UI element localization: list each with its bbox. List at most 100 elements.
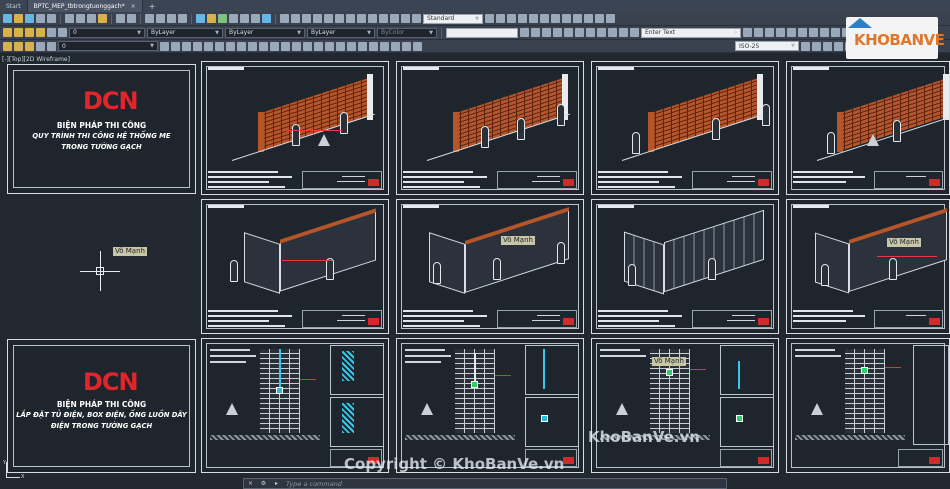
- sheet-row1-b[interactable]: [396, 61, 584, 195]
- undo-icon[interactable]: [116, 14, 125, 23]
- dist-icon[interactable]: [281, 41, 290, 51]
- redo-icon[interactable]: [127, 14, 136, 23]
- layer-properties-icon[interactable]: [3, 28, 12, 37]
- sheet-row3-d[interactable]: [786, 338, 950, 473]
- insert-block-icon[interactable]: [606, 14, 615, 23]
- sheet-row1-d[interactable]: [786, 61, 950, 195]
- lock-icon[interactable]: [36, 41, 45, 51]
- new-tab-icon[interactable]: +: [143, 2, 162, 11]
- quickcalc-icon[interactable]: [251, 14, 260, 23]
- dim-update-icon[interactable]: [801, 41, 810, 51]
- layer-off-icon[interactable]: [193, 41, 202, 51]
- id-point-icon[interactable]: [314, 41, 323, 51]
- layer-previous-icon[interactable]: [171, 41, 180, 51]
- ellipse-icon[interactable]: [595, 14, 604, 23]
- find-text-input[interactable]: Enter Text: [446, 27, 518, 38]
- layer-list-select[interactable]: 0 ▼: [58, 41, 158, 51]
- dim-linear-icon[interactable]: [280, 14, 289, 23]
- revcloud-icon[interactable]: [573, 14, 582, 23]
- pan-icon[interactable]: [145, 14, 154, 23]
- tool-palettes-icon[interactable]: [218, 14, 227, 23]
- table-icon[interactable]: [553, 28, 562, 37]
- layer-freeze-icon[interactable]: [204, 41, 213, 51]
- layer-manager-icon[interactable]: [3, 41, 12, 51]
- plot-style-select[interactable]: ByColor ▼: [377, 27, 437, 38]
- polygon-icon[interactable]: [529, 14, 538, 23]
- array-icon[interactable]: [630, 28, 639, 37]
- multileader-align-icon[interactable]: [834, 41, 843, 51]
- color-square-icon[interactable]: [58, 28, 67, 37]
- dim-style-icon[interactable]: [413, 41, 422, 51]
- dim-continue-icon[interactable]: [368, 14, 377, 23]
- leader-icon[interactable]: [379, 14, 388, 23]
- layer-lock-icon[interactable]: [215, 41, 224, 51]
- zoom-realtime-icon[interactable]: [156, 14, 165, 23]
- sun-icon[interactable]: [36, 28, 45, 37]
- lineweight-select[interactable]: ByLayer ▼: [307, 27, 375, 38]
- center-mark-icon[interactable]: [401, 14, 410, 23]
- extend-icon[interactable]: [798, 28, 807, 37]
- command-line[interactable]: × ⚙ ▸ Type a command: [243, 478, 727, 489]
- make-current-icon[interactable]: [160, 41, 169, 51]
- attribute-icon[interactable]: [380, 41, 389, 51]
- dim-style-select[interactable]: ISO-25 ▼: [735, 41, 799, 51]
- erase-icon[interactable]: [586, 28, 595, 37]
- sheet-row2-b[interactable]: Võ Mạnh: [396, 199, 584, 334]
- area-icon[interactable]: [292, 41, 301, 51]
- construction-line-icon[interactable]: [507, 14, 516, 23]
- tolerance-icon[interactable]: [390, 14, 399, 23]
- offset-icon[interactable]: [619, 28, 628, 37]
- arc-icon[interactable]: [551, 14, 560, 23]
- line-icon[interactable]: [496, 14, 505, 23]
- clip-icon[interactable]: [369, 41, 378, 51]
- xref-icon[interactable]: [358, 41, 367, 51]
- chamfer-icon[interactable]: [831, 28, 840, 37]
- bulb-icon[interactable]: [14, 41, 23, 51]
- command-input[interactable]: Type a command: [286, 480, 342, 488]
- sheet-row3-b[interactable]: [396, 338, 584, 473]
- sheet-row2-c[interactable]: [591, 199, 779, 334]
- trim-icon[interactable]: [787, 28, 796, 37]
- sheet-row1-a[interactable]: [201, 61, 389, 195]
- open-file-icon[interactable]: [14, 14, 23, 23]
- region-icon[interactable]: [542, 28, 551, 37]
- spline-icon[interactable]: [584, 14, 593, 23]
- plot-preview-icon[interactable]: [47, 14, 56, 23]
- join-icon[interactable]: [820, 28, 829, 37]
- field-icon[interactable]: [391, 41, 400, 51]
- close-icon[interactable]: ×: [131, 3, 136, 10]
- save-icon[interactable]: [25, 14, 34, 23]
- sheet-row3-a[interactable]: [201, 338, 389, 473]
- layer-walk-icon[interactable]: [237, 41, 246, 51]
- bulb-icon[interactable]: [25, 28, 34, 37]
- tab-drawing[interactable]: BPTC_MEP_tbtrongtuonggach* ×: [27, 0, 143, 12]
- circle-icon[interactable]: [562, 14, 571, 23]
- color-square-icon[interactable]: [47, 41, 56, 51]
- gradient-icon[interactable]: [531, 28, 540, 37]
- dim-radius-icon[interactable]: [324, 14, 333, 23]
- wrench-icon[interactable]: ⚙: [259, 479, 268, 488]
- dim-diameter-icon[interactable]: [335, 14, 344, 23]
- dim-arc-icon[interactable]: [302, 14, 311, 23]
- design-center-icon[interactable]: [207, 14, 216, 23]
- cut-icon[interactable]: [65, 14, 74, 23]
- mirror-icon[interactable]: [608, 28, 617, 37]
- mtext-icon[interactable]: [564, 28, 573, 37]
- color-select[interactable]: ByLayer ▼: [147, 27, 223, 38]
- dim-override-icon[interactable]: [812, 41, 821, 51]
- viewport-controls-label[interactable]: [-][Top][2D Wireframe]: [2, 56, 70, 63]
- sheet-set-icon[interactable]: [229, 14, 238, 23]
- dim-ordinate-icon[interactable]: [313, 14, 322, 23]
- rotate-icon[interactable]: [754, 28, 763, 37]
- polyline-icon[interactable]: [518, 14, 527, 23]
- dim-aligned-icon[interactable]: [291, 14, 300, 23]
- rectangle-icon[interactable]: [540, 14, 549, 23]
- copy-object-icon[interactable]: [597, 28, 606, 37]
- layer-select[interactable]: 0 ▼: [69, 27, 145, 38]
- sheet-row2-a[interactable]: [201, 199, 389, 334]
- dim-angular-icon[interactable]: [346, 14, 355, 23]
- tab-start[interactable]: Start: [0, 0, 28, 12]
- dim-edit-icon[interactable]: [412, 14, 421, 23]
- list-icon[interactable]: [303, 41, 312, 51]
- stretch-icon[interactable]: [776, 28, 785, 37]
